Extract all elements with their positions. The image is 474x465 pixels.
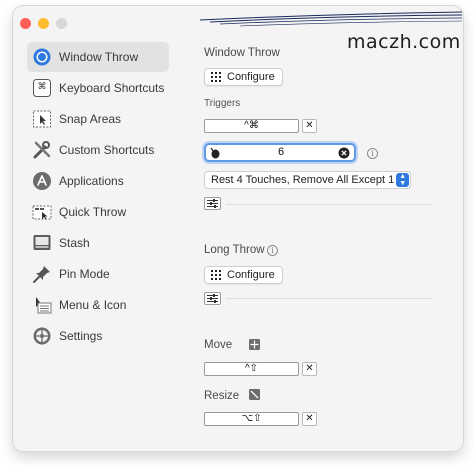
window-controls <box>20 18 67 29</box>
sidebar-item-menu-and-icon[interactable]: Menu & Icon <box>27 290 169 320</box>
sidebar-item-label: Applications <box>59 174 124 188</box>
clear-resize-shortcut-button[interactable]: ✕ <box>302 412 317 426</box>
configure-label: Configure <box>227 71 275 83</box>
menu-icon <box>32 295 52 315</box>
touch-action-value: Rest 4 Touches, Remove All Except 1 <box>211 174 395 186</box>
window-throw-configure-button[interactable]: Configure <box>204 68 283 86</box>
clear-touch-icon[interactable] <box>338 147 350 159</box>
gear-icon <box>32 326 52 346</box>
section-title-long-throw: Long Throw <box>204 244 265 256</box>
move-label: Move <box>204 339 233 351</box>
sidebar-item-quick-throw[interactable]: Quick Throw <box>27 197 169 227</box>
window-throw-options-button[interactable] <box>204 197 221 210</box>
window-throw-shortcut-field[interactable]: ^⌘ <box>204 119 299 133</box>
sidebar: Window Throw ⌘ Keyboard Shortcuts Snap A… <box>27 42 169 352</box>
stash-icon <box>32 233 52 253</box>
tools-icon <box>32 140 52 160</box>
sidebar-item-keyboard-shortcuts[interactable]: ⌘ Keyboard Shortcuts <box>27 73 169 103</box>
quick-throw-icon <box>32 202 52 222</box>
sidebar-item-label: Pin Mode <box>59 267 110 281</box>
sidebar-item-applications[interactable]: Applications <box>27 166 169 196</box>
sidebar-item-label: Stash <box>59 236 90 250</box>
minimize-window-button[interactable] <box>38 18 49 29</box>
sidebar-item-label: Snap Areas <box>59 112 122 126</box>
sidebar-item-snap-areas[interactable]: Snap Areas <box>27 104 169 134</box>
long-throw-options-button[interactable] <box>204 292 221 305</box>
resize-icon <box>249 389 260 400</box>
sidebar-item-label: Window Throw <box>59 50 139 64</box>
triggers-label: Triggers <box>204 98 241 109</box>
move-shortcut-field[interactable]: ^⇧ <box>204 362 299 376</box>
sidebar-item-settings[interactable]: Settings <box>27 321 169 351</box>
sidebar-item-stash[interactable]: Stash <box>27 228 169 258</box>
sidebar-item-pin-mode[interactable]: Pin Mode <box>27 259 169 289</box>
clear-window-throw-shortcut-button[interactable]: ✕ <box>302 119 317 133</box>
resize-shortcut-field[interactable]: ⌥⇧ <box>204 412 299 426</box>
sidebar-item-label: Settings <box>59 329 103 343</box>
pin-icon <box>32 264 52 284</box>
resize-label: Resize <box>204 390 240 402</box>
divider <box>226 204 432 205</box>
sidebar-item-label: Custom Shortcuts <box>59 143 155 157</box>
touch-count-field[interactable]: 6 <box>204 143 356 162</box>
configure-label: Configure <box>227 269 275 281</box>
touch-info-icon[interactable]: i <box>367 148 378 159</box>
mouse-touch-icon <box>210 147 220 159</box>
app-store-icon <box>32 171 52 191</box>
snap-area-icon <box>32 109 52 129</box>
close-window-button[interactable] <box>20 18 31 29</box>
move-icon <box>249 339 260 350</box>
touch-count-value: 6 <box>278 146 285 158</box>
sidebar-item-label: Keyboard Shortcuts <box>59 81 165 95</box>
clear-move-shortcut-button[interactable]: ✕ <box>302 362 317 376</box>
long-throw-configure-button[interactable]: Configure <box>204 266 283 284</box>
divider <box>226 298 432 299</box>
touch-action-select[interactable]: Rest 4 Touches, Remove All Except 1 ▲ ▼ <box>204 171 412 189</box>
section-title-window-throw: Window Throw <box>204 47 280 59</box>
window-throw-icon <box>32 47 52 67</box>
command-key-icon: ⌘ <box>32 78 52 98</box>
long-throw-info-icon[interactable]: i <box>267 245 278 256</box>
sidebar-item-label: Quick Throw <box>59 205 127 219</box>
watermark-text: maczh.com <box>347 31 461 53</box>
svg-text:⌘: ⌘ <box>38 82 47 92</box>
grid-icon <box>211 270 221 280</box>
sidebar-item-custom-shortcuts[interactable]: Custom Shortcuts <box>27 135 169 165</box>
zoom-window-button[interactable] <box>56 18 67 29</box>
sidebar-item-window-throw[interactable]: Window Throw <box>27 42 169 72</box>
grid-icon <box>211 72 221 82</box>
chevron-up-down-icon: ▲ ▼ <box>396 173 410 187</box>
sidebar-item-label: Menu & Icon <box>59 298 127 312</box>
